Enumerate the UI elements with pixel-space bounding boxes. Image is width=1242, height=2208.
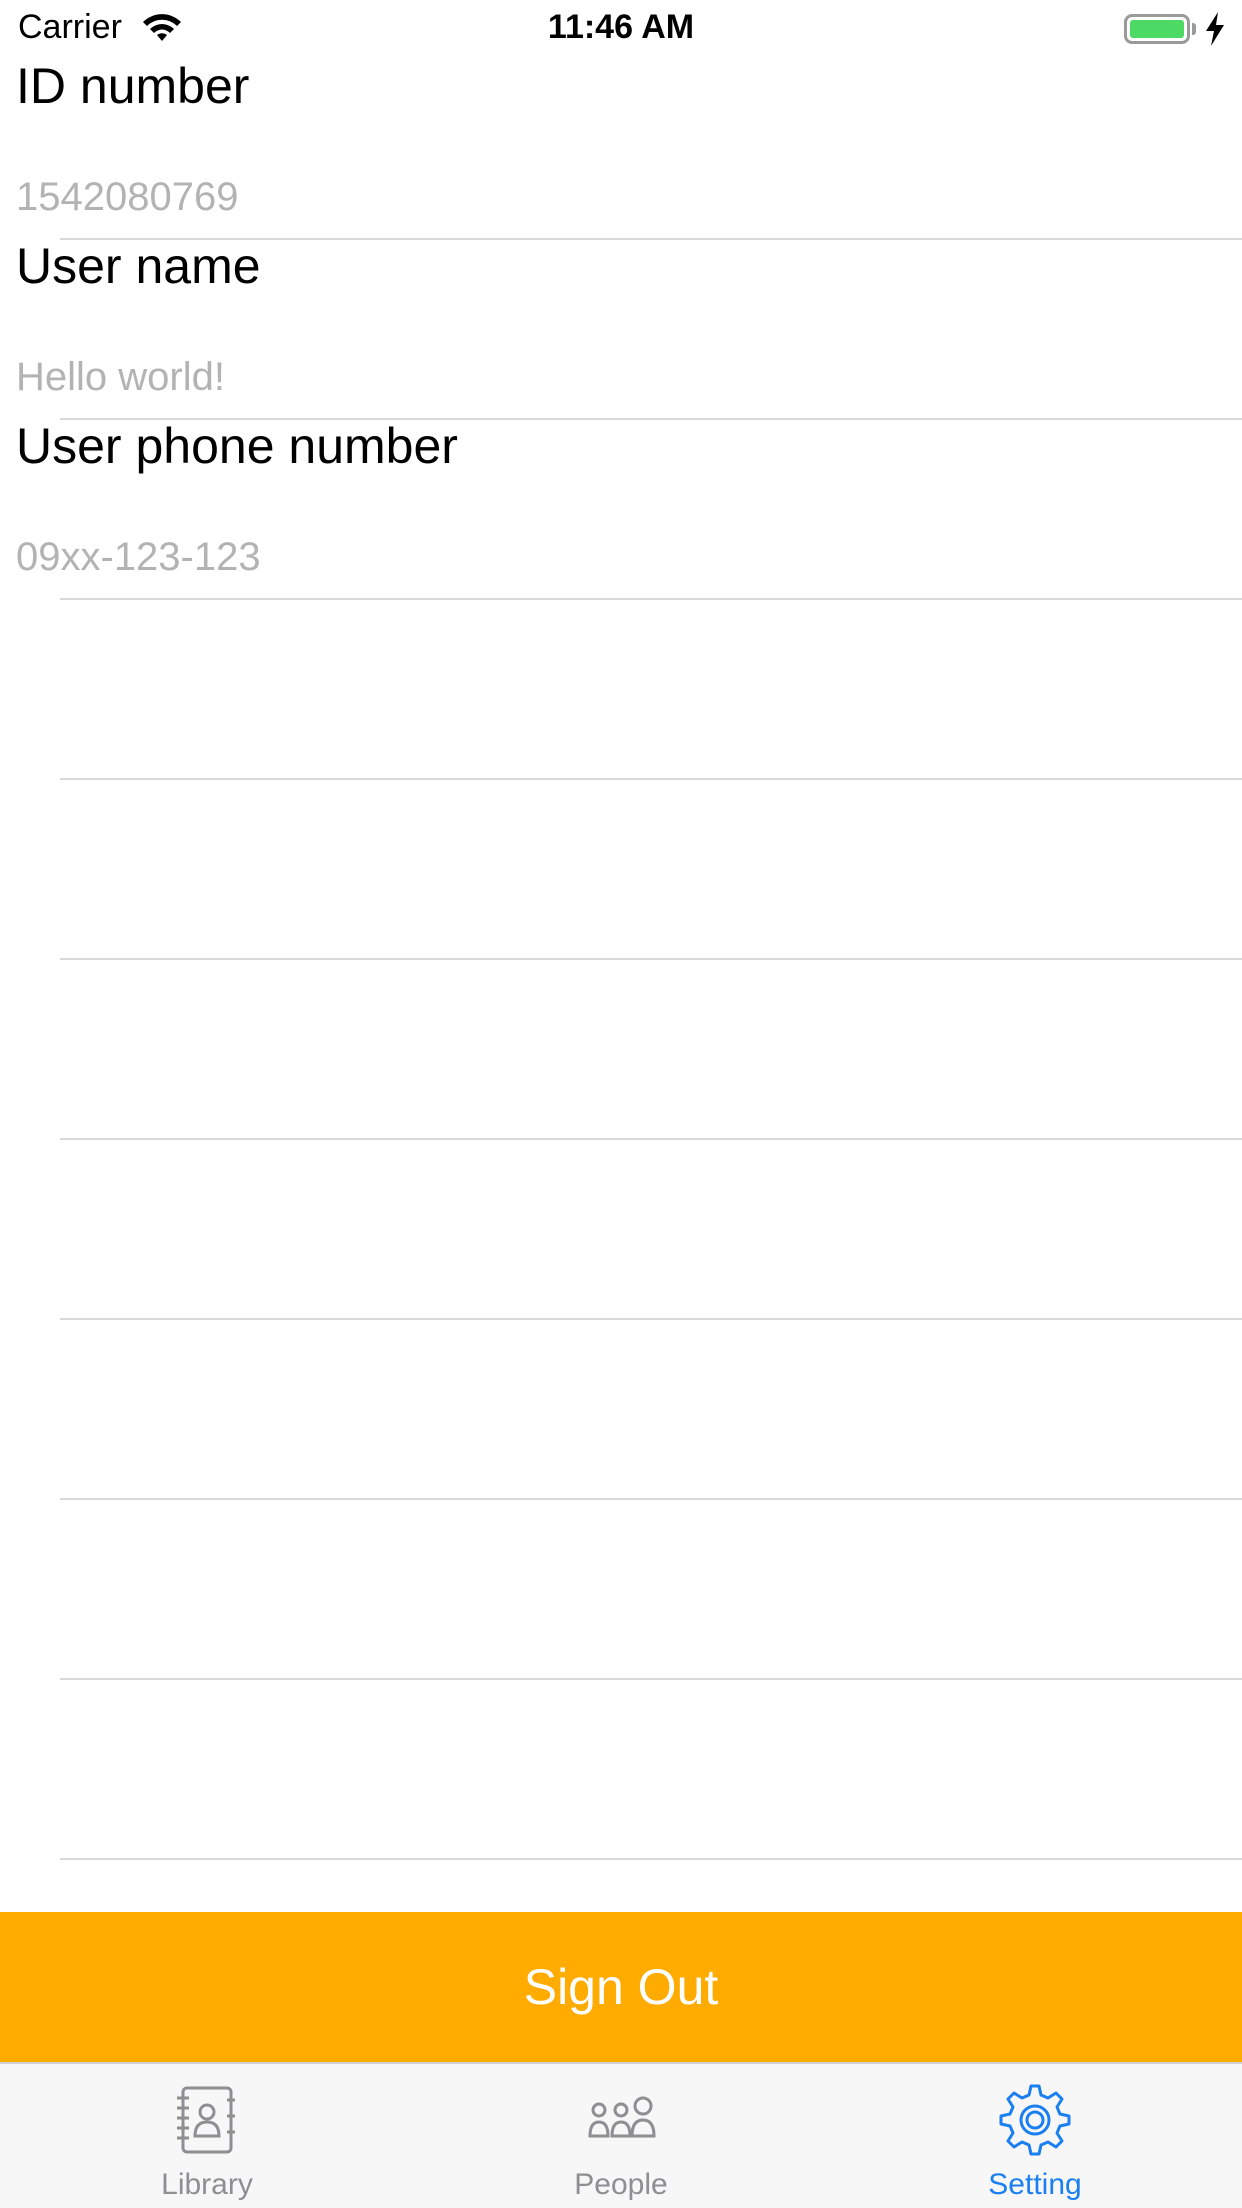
status-bar: Carrier 11:46 AM	[0, 0, 1242, 60]
empty-row-divider	[60, 958, 1242, 960]
gear-icon	[999, 2084, 1071, 2156]
empty-row-divider	[60, 1678, 1242, 1680]
status-time: 11:46 AM	[547, 8, 695, 46]
battery-charging-icon	[1124, 12, 1226, 46]
empty-row-divider	[60, 778, 1242, 780]
empty-row-divider	[60, 1858, 1242, 1860]
tab-library[interactable]: Library	[0, 2064, 414, 2208]
divider	[60, 598, 1242, 600]
tab-people[interactable]: People	[414, 2064, 828, 2208]
user-name-field[interactable]	[16, 352, 1216, 402]
empty-row-divider	[60, 1138, 1242, 1140]
empty-row-divider	[60, 1498, 1242, 1500]
people-group-icon	[588, 2096, 656, 2138]
empty-row-divider	[60, 1318, 1242, 1320]
user-phone-label: User phone number	[16, 418, 458, 474]
settings-screen: Carrier 11:46 AM ID number User name Use…	[0, 0, 1242, 2208]
user-name-row: User name	[0, 236, 1242, 416]
user-phone-field[interactable]	[16, 532, 1216, 582]
id-number-field[interactable]	[16, 172, 1216, 222]
id-number-label: ID number	[16, 58, 250, 114]
tab-setting[interactable]: Setting	[828, 2064, 1242, 2208]
user-name-label: User name	[16, 238, 261, 294]
tab-library-label: Library	[161, 2168, 253, 2201]
contact-book-icon	[177, 2086, 235, 2154]
id-number-row: ID number	[0, 56, 1242, 236]
tab-people-label: People	[574, 2168, 668, 2201]
sign-out-button[interactable]: Sign Out	[0, 1912, 1242, 2062]
tab-setting-label: Setting	[988, 2168, 1082, 2201]
user-phone-row: User phone number	[0, 416, 1242, 596]
tab-bar: Library People Setting	[0, 2062, 1242, 2208]
